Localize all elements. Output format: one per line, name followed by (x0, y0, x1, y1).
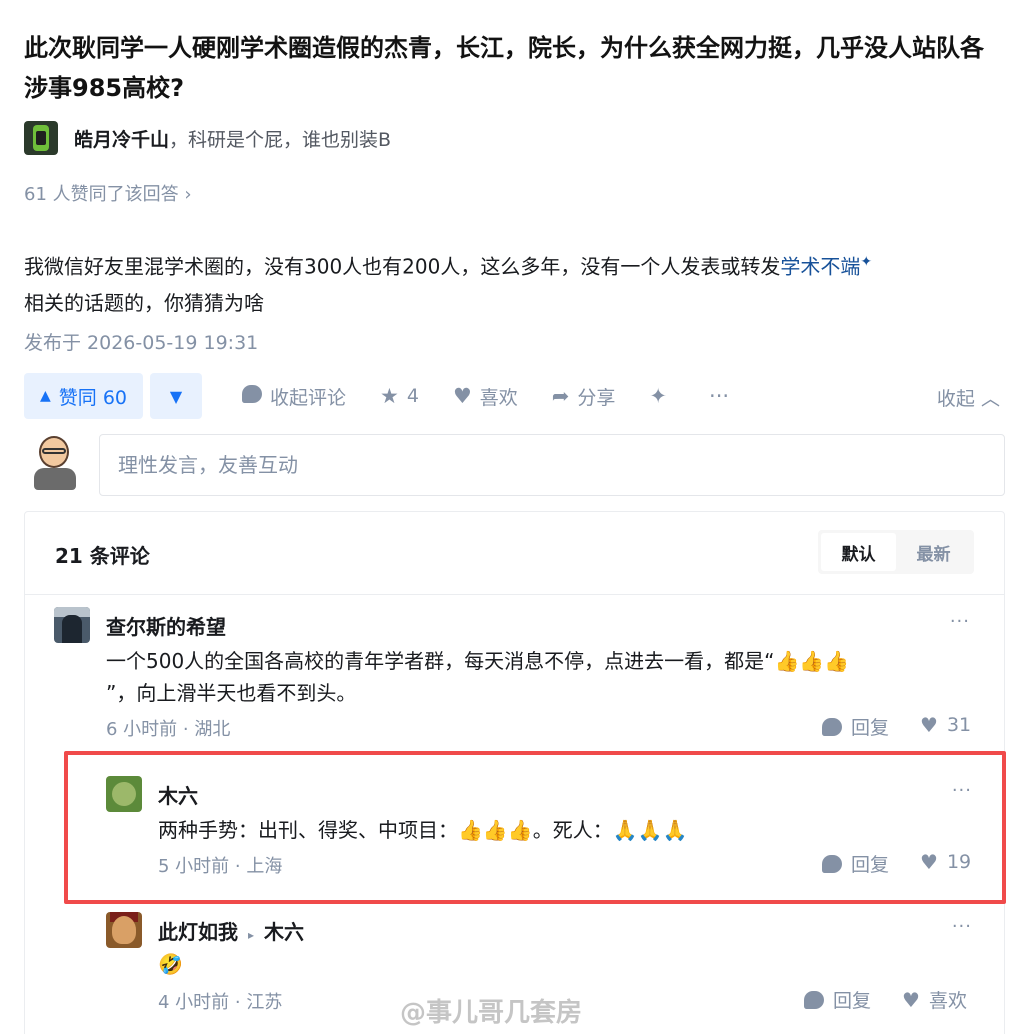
avatar[interactable] (54, 607, 90, 643)
ai-sparkle-button[interactable]: ✦ (649, 384, 675, 408)
heart-icon: ♥ (920, 713, 938, 737)
like-button[interactable]: ♥ 喜欢 (453, 383, 518, 410)
divider (25, 594, 1004, 595)
collapse-label: 收起 (936, 388, 975, 410)
avatar[interactable] (106, 912, 142, 948)
comment-meta: 4 小时前 · 江苏 (158, 992, 283, 1013)
heart-icon: ♥ (902, 987, 920, 1012)
comment-bubble-icon (804, 990, 824, 1009)
action-bar: ▲ 赞同 60 ▼ 收起评论 ★ 4 ♥ 喜欢 ➦ 分享 ✦ ··· 收起 ︿ (24, 372, 1004, 420)
reply-label: 回复 (851, 854, 890, 876)
comment-item: 木六 ··· 两种手势：出刊、得奖、中项目：👍👍👍。死人：🙏🙏🙏 5 小时前 ·… (106, 776, 986, 886)
reply-button[interactable]: 回复 (822, 850, 889, 877)
favorite-count: 4 (406, 385, 419, 407)
like-label: 喜欢 (479, 386, 518, 409)
downvote-button[interactable]: ▼ (150, 373, 202, 419)
comment-time: 6 小时前 (106, 719, 178, 740)
avatar[interactable] (106, 776, 142, 812)
reply-label: 回复 (833, 990, 872, 1012)
comment-input-row: 理性发言，友善互动 (24, 434, 1005, 496)
like-count: 19 (946, 851, 972, 873)
topic-link[interactable]: 学术不端 (780, 255, 860, 279)
answer-text-after: 相关的话题的，你猜猜为啥 (24, 290, 264, 315)
triangle-down-icon: ▼ (169, 386, 183, 406)
question-title[interactable]: 此次耿同学一人硬刚学术圈造假的杰青，长江，院长，为什么获全网力挺，几乎没人站队各… (24, 28, 1004, 108)
answer-text-before: 我微信好友里混学术圈的，没有300人也有200人，这么多年，没有一个人发表或转发 (24, 254, 781, 279)
comment-location: 江苏 (246, 992, 283, 1013)
answer-content: 我微信好友里混学术圈的，没有300人也有200人，这么多年，没有一个人发表或转发… (24, 244, 999, 321)
sort-tabs: 默认 最新 (818, 530, 974, 574)
comment-author-row: 此灯如我 ▸ 木六 (158, 916, 304, 945)
comment-text-line2: ”，向上滑半天也看不到头。 (106, 681, 357, 705)
publish-time: 发布于 2026-05-19 19:31 (24, 332, 259, 354)
comment-meta: 6 小时前 · 湖北 (106, 719, 231, 740)
author-bio: ，科研是个屁，谁也别装B (169, 128, 392, 151)
comment-location: 上海 (246, 856, 283, 877)
author-name[interactable]: 皓月冷千山 (74, 125, 169, 152)
more-dots-icon[interactable]: ··· (950, 611, 970, 632)
favorite-button[interactable]: ★ 4 (380, 384, 419, 408)
comment-text-line1: 一个500人的全国各高校的青年学者群，每天消息不停，点进去一看，都是“👍👍👍 (106, 649, 850, 673)
comment-text: 一个500人的全国各高校的青年学者群，每天消息不停，点进去一看，都是“👍👍👍 ”… (106, 645, 976, 709)
author-row: 皓月冷千山 ，科研是个屁，谁也别装B (24, 120, 391, 156)
vote-summary-link[interactable]: 61 人赞同了该回答 › (24, 180, 192, 206)
collapse-button[interactable]: 收起 ︿ (937, 384, 1000, 411)
more-dots-icon[interactable]: ··· (952, 780, 972, 801)
author-avatar[interactable] (24, 121, 58, 155)
like-count: 31 (946, 714, 972, 736)
heart-icon: ♥ (452, 384, 472, 408)
star-icon: ★ (380, 384, 399, 408)
sort-latest-tab[interactable]: 最新 (896, 533, 971, 571)
sort-default-tab[interactable]: 默认 (821, 533, 896, 571)
reply-to-author[interactable]: 木六 (264, 920, 304, 944)
comment-author[interactable]: 木六 (158, 780, 198, 809)
like-button[interactable]: ♥ 31 (920, 713, 971, 737)
comment-bubble-icon (242, 384, 262, 408)
comment-input[interactable]: 理性发言，友善互动 (99, 434, 1005, 496)
toggle-comments-label: 收起评论 (270, 386, 347, 409)
like-label: 喜欢 (928, 990, 967, 1012)
comment-bubble-icon (822, 717, 842, 736)
heart-icon: ♥ (920, 850, 938, 874)
sparkle-icon: ✦ (649, 384, 668, 408)
comment-bubble-icon (822, 854, 842, 873)
toggle-comments-button[interactable]: 收起评论 (242, 383, 346, 410)
share-button[interactable]: ➦ 分享 (552, 383, 616, 410)
comment-text: 🤣 (158, 952, 183, 976)
like-button[interactable]: ♥ 19 (920, 850, 971, 874)
current-user-avatar (30, 434, 80, 492)
comment-item: 查尔斯的希望 ··· 一个500人的全国各高校的青年学者群，每天消息不停，点进去… (54, 607, 984, 747)
reply-button[interactable]: 回复 (804, 986, 871, 1013)
upvote-label: 赞同 60 (58, 386, 127, 409)
comment-time: 5 小时前 (158, 856, 230, 877)
reply-arrow-icon: ▸ (248, 928, 255, 942)
watermark: @事儿哥几套房 (400, 998, 583, 1028)
comment-location: 湖北 (194, 719, 231, 740)
more-dots-icon[interactable]: ··· (952, 916, 972, 937)
reply-label: 回复 (851, 717, 890, 739)
comment-author[interactable]: 此灯如我 (158, 920, 238, 944)
more-dots-icon: ··· (709, 384, 730, 408)
reply-button[interactable]: 回复 (822, 713, 889, 740)
triangle-up-icon: ▲ (40, 388, 51, 404)
comment-text: 两种手势：出刊、得奖、中项目：👍👍👍。死人：🙏🙏🙏 (158, 818, 688, 842)
sparkle-icon: ✦ (860, 254, 873, 270)
more-actions-button[interactable]: ··· (709, 384, 737, 408)
comment-time: 4 小时前 (158, 992, 230, 1013)
comments-count-header: 21 条评论 (55, 544, 150, 568)
upvote-button[interactable]: ▲ 赞同 60 (24, 373, 143, 419)
share-label: 分享 (577, 386, 616, 409)
comment-meta: 5 小时前 · 上海 (158, 856, 283, 877)
like-button[interactable]: ♥ 喜欢 (902, 986, 967, 1013)
comment-author[interactable]: 查尔斯的希望 (106, 611, 226, 640)
share-arrow-icon: ➦ (551, 384, 570, 408)
chevron-up-icon: ︿ (980, 388, 1000, 410)
